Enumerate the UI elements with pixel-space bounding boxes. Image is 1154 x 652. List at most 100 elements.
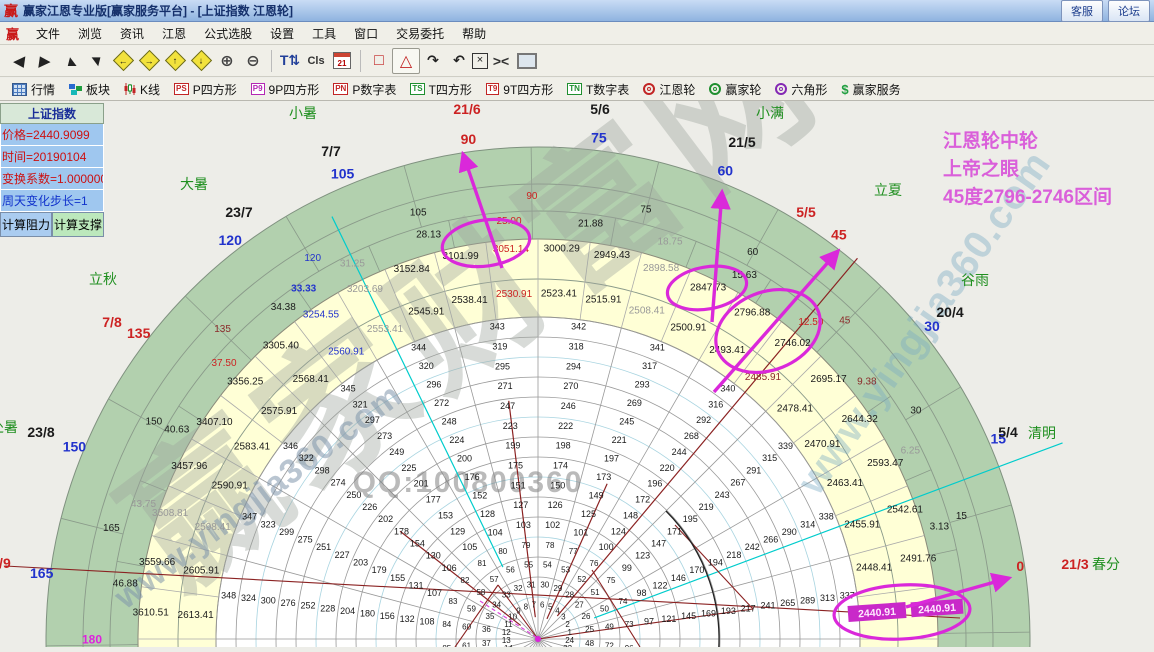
9p-square-label: 9P四方形 bbox=[269, 81, 320, 98]
menu-资讯[interactable]: 资讯 bbox=[111, 23, 153, 44]
svg-text:100: 100 bbox=[599, 542, 614, 552]
fit-view-icon[interactable]: >< bbox=[488, 49, 514, 73]
svg-text:2553.41: 2553.41 bbox=[367, 324, 404, 335]
svg-text:20/4: 20/4 bbox=[936, 304, 963, 320]
toolbar-t-number-table[interactable]: TNT数字表 bbox=[561, 80, 635, 99]
svg-text:221: 221 bbox=[612, 435, 627, 445]
svg-text:谷雨: 谷雨 bbox=[961, 272, 989, 288]
toolbar-p-number-table[interactable]: PNP数字表 bbox=[327, 80, 402, 99]
customer-service-button[interactable]: 客服 bbox=[1061, 0, 1103, 22]
menu-帮助[interactable]: 帮助 bbox=[453, 23, 495, 44]
zoom-in-icon[interactable]: ⊕ bbox=[214, 49, 240, 73]
toolbar-separator bbox=[360, 50, 361, 72]
toolbar-9p-square[interactable]: P99P四方形 bbox=[245, 80, 325, 99]
toolbar-sectors[interactable]: 板块 bbox=[63, 80, 116, 99]
screen-icon[interactable] bbox=[514, 49, 540, 73]
calc-support-button[interactable]: 计算支撑 bbox=[52, 212, 104, 237]
svg-text:126: 126 bbox=[548, 500, 563, 510]
rotate-ccw-icon[interactable]: ↶ bbox=[446, 49, 472, 73]
toolbar-hexagon[interactable]: 六角形 bbox=[769, 80, 833, 99]
toolbar-p-square[interactable]: PSP四方形 bbox=[168, 80, 243, 99]
t-square-icon: TS bbox=[410, 83, 424, 95]
svg-text:73: 73 bbox=[625, 620, 634, 629]
shift-up-icon[interactable]: ↑ bbox=[162, 49, 188, 73]
close-box-icon[interactable]: × bbox=[472, 53, 488, 69]
svg-text:227: 227 bbox=[335, 550, 350, 560]
svg-text:2949.43: 2949.43 bbox=[594, 250, 631, 261]
menu-设置[interactable]: 设置 bbox=[261, 23, 303, 44]
svg-text:2: 2 bbox=[565, 620, 570, 629]
rotate-cw-icon[interactable]: ↷ bbox=[420, 49, 446, 73]
svg-text:152: 152 bbox=[472, 491, 487, 501]
svg-text:150: 150 bbox=[63, 439, 87, 455]
shift-down-icon[interactable]: ↓ bbox=[188, 49, 214, 73]
svg-text:347: 347 bbox=[242, 512, 257, 522]
svg-text:266: 266 bbox=[763, 535, 778, 545]
toolbar-winner-service[interactable]: $赢家服务 bbox=[835, 80, 906, 99]
svg-text:274: 274 bbox=[331, 478, 346, 488]
forum-button[interactable]: 论坛 bbox=[1108, 0, 1150, 22]
menu-工具[interactable]: 工具 bbox=[303, 23, 345, 44]
svg-text:339: 339 bbox=[778, 441, 793, 451]
svg-text:127: 127 bbox=[513, 500, 528, 510]
toolbar-winner-wheel[interactable]: 赢家轮 bbox=[703, 80, 767, 99]
toolbar-t-square[interactable]: TS T四方形 bbox=[404, 80, 478, 99]
svg-text:178: 178 bbox=[394, 526, 409, 536]
menu-交易委托[interactable]: 交易委托 bbox=[387, 23, 453, 44]
svg-text:247: 247 bbox=[500, 401, 515, 411]
square-tool-icon[interactable]: □ bbox=[366, 49, 392, 73]
zoom-out-icon[interactable]: ⊖ bbox=[240, 49, 266, 73]
quotes-icon bbox=[12, 83, 27, 96]
svg-text:269: 269 bbox=[627, 398, 642, 408]
svg-text:84: 84 bbox=[442, 620, 451, 629]
svg-text:132: 132 bbox=[400, 614, 415, 624]
toolbar-kline[interactable]: K线 bbox=[118, 80, 166, 99]
svg-text:24: 24 bbox=[565, 636, 574, 645]
svg-text:2530.91: 2530.91 bbox=[496, 289, 533, 300]
menu-窗口[interactable]: 窗口 bbox=[345, 23, 387, 44]
menu-浏览[interactable]: 浏览 bbox=[69, 23, 111, 44]
svg-text:317: 317 bbox=[642, 361, 657, 371]
svg-text:2847.73: 2847.73 bbox=[690, 282, 727, 293]
svg-text:343: 343 bbox=[490, 322, 505, 332]
calc-resistance-button[interactable]: 计算阻力 bbox=[0, 212, 52, 237]
svg-text:74: 74 bbox=[619, 597, 628, 606]
scroll-down-icon[interactable]: ▼ bbox=[81, 49, 113, 73]
gann-wheel-canvas[interactable]: 赢家财富网www.yingjia360.comwww.yingjia360.co… bbox=[0, 101, 1154, 647]
svg-text:4: 4 bbox=[555, 607, 560, 616]
module-toolbar: 行情板块K线PSP四方形P99P四方形PNP数字表 TS T四方形 T99T四方形TN… bbox=[0, 78, 1154, 101]
toolbar-9t-square[interactable]: T99T四方形 bbox=[480, 80, 559, 99]
shift-right-icon[interactable]: → bbox=[136, 49, 162, 73]
analysis-note-line-0: 江恩轮中轮 bbox=[943, 128, 1112, 156]
svg-text:322: 322 bbox=[299, 453, 314, 463]
toolbar-gann-wheel[interactable]: 江恩轮 bbox=[637, 80, 701, 99]
svg-text:0: 0 bbox=[1016, 558, 1024, 574]
9t-square-icon: T9 bbox=[486, 83, 499, 95]
svg-text:77: 77 bbox=[569, 547, 578, 556]
svg-text:2493.41: 2493.41 bbox=[709, 345, 746, 356]
triangle-tool-icon[interactable]: △ bbox=[392, 48, 420, 74]
menu-bar: 赢 文件浏览资讯江恩公式选股设置工具窗口交易委托帮助 bbox=[0, 22, 1154, 45]
calendar-icon[interactable]: 21 bbox=[329, 49, 355, 73]
t-square-label: T四方形 bbox=[429, 81, 472, 98]
menu-公式选股[interactable]: 公式选股 bbox=[195, 23, 261, 44]
svg-text:2478.41: 2478.41 bbox=[777, 404, 814, 415]
svg-text:52: 52 bbox=[577, 575, 586, 584]
svg-text:273: 273 bbox=[377, 431, 392, 441]
panel-row-3: 周天变化步长=1 bbox=[0, 190, 104, 212]
svg-text:344: 344 bbox=[411, 343, 426, 353]
text-updown-icon[interactable]: T⇅ bbox=[277, 49, 303, 73]
svg-text:245: 245 bbox=[619, 417, 634, 427]
toolbar-quotes[interactable]: 行情 bbox=[6, 80, 61, 99]
svg-text:54: 54 bbox=[543, 561, 552, 570]
svg-text:275: 275 bbox=[298, 535, 313, 545]
menu-文件[interactable]: 文件 bbox=[27, 23, 69, 44]
svg-text:99: 99 bbox=[622, 563, 632, 573]
menu-江恩[interactable]: 江恩 bbox=[153, 23, 195, 44]
cls-button[interactable]: Cls bbox=[303, 49, 329, 73]
svg-text:57: 57 bbox=[490, 575, 499, 584]
scroll-left-icon[interactable]: ◀ bbox=[4, 49, 33, 73]
panel-row-0: 价格=2440.9099 bbox=[0, 124, 104, 146]
svg-text:177: 177 bbox=[426, 495, 441, 505]
shift-left-icon[interactable]: ← bbox=[110, 49, 136, 73]
